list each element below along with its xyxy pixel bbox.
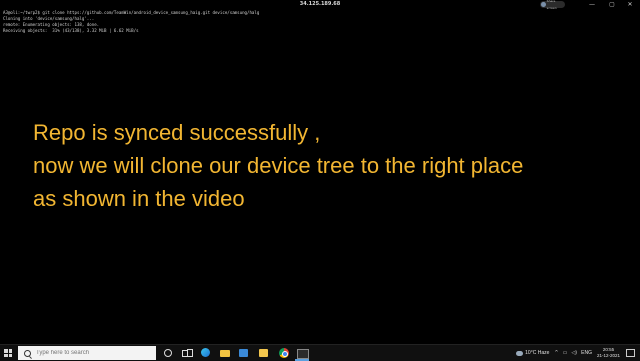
chevron-up-icon[interactable]: ^ <box>554 350 558 356</box>
maximize-button[interactable]: ▢ <box>602 0 622 9</box>
minimize-button[interactable]: — <box>582 0 602 9</box>
caption-line: Repo is synced successfully , <box>33 120 321 145</box>
language-indicator[interactable]: ENG <box>581 350 592 356</box>
window-title-bar: 34.125.189.68 Share screen — ▢ ✕ <box>0 0 640 10</box>
terminal-output[interactable]: A3@oli:~/twrp2$ git clone https://github… <box>3 10 633 34</box>
system-tray: 10°C Haze ^ ▭ ◁) ENG 20:55 21-12-2021 <box>516 345 640 361</box>
caption-line: now we will clone our device tree to the… <box>33 153 524 178</box>
clock[interactable]: 20:55 21-12-2021 <box>597 347 620 359</box>
edge-icon[interactable] <box>200 347 212 359</box>
store-icon[interactable] <box>238 347 250 359</box>
start-button[interactable] <box>4 349 12 357</box>
caption-line: as shown in the video <box>33 186 245 211</box>
clock-date: 21-12-2021 <box>596 353 620 358</box>
weather-icon[interactable] <box>516 350 524 356</box>
search-input[interactable] <box>36 350 146 356</box>
user-avatar-icon <box>541 2 546 7</box>
file-explorer-icon[interactable] <box>219 347 231 359</box>
close-button[interactable]: ✕ <box>620 0 640 9</box>
taskbar-search[interactable] <box>18 346 156 360</box>
windows-logo-icon <box>4 349 8 353</box>
taskbar: 10°C Haze ^ ▭ ◁) ENG 20:55 21-12-2021 <box>0 344 640 361</box>
terminal-line: Receiving objects: 31% (43/138), 3.32 Mi… <box>3 28 139 33</box>
cortana-icon[interactable] <box>162 347 174 359</box>
app-icon[interactable] <box>258 347 270 359</box>
chrome-icon[interactable] <box>278 347 290 359</box>
search-icon <box>24 349 31 357</box>
weather-label[interactable]: 10°C Haze <box>525 350 549 356</box>
network-icon[interactable]: ▭ <box>563 350 568 356</box>
share-screen-badge[interactable]: Share screen <box>540 0 565 10</box>
task-view-icon[interactable] <box>181 347 193 359</box>
video-caption: Repo is synced successfully , now we wil… <box>33 116 523 215</box>
volume-icon[interactable]: ◁) <box>571 350 577 356</box>
notification-icon[interactable] <box>626 349 635 357</box>
terminal-icon[interactable] <box>296 347 309 359</box>
